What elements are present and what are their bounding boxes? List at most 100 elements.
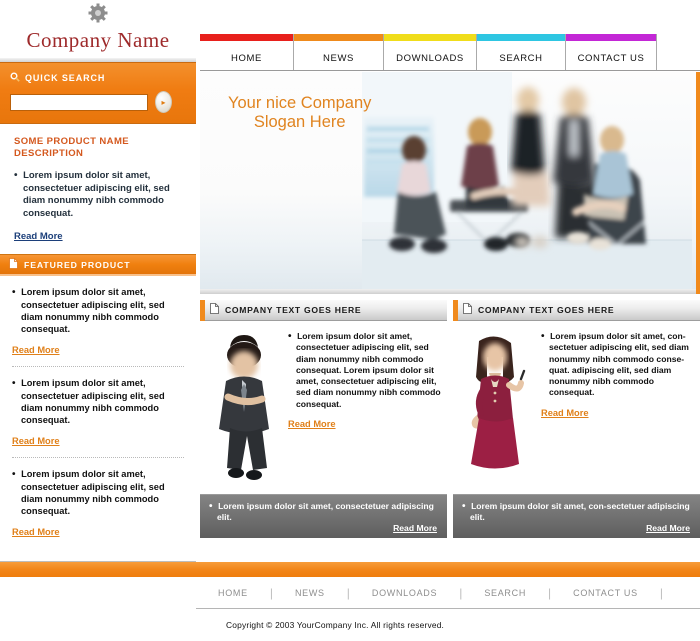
quick-search-panel: QUICK SEARCH ▸ — [0, 62, 196, 124]
content-panels: COMPANY TEXT GOES HERE • Lorem ipsum dol… — [200, 300, 700, 538]
nav-tab-filler — [657, 34, 700, 71]
featured-read-more-link[interactable]: Read More — [12, 526, 60, 538]
document-icon — [9, 256, 18, 274]
bullet-marker: • — [541, 331, 551, 342]
document-icon — [463, 301, 472, 319]
list-separator — [12, 366, 184, 367]
panel-text-body: Lorem ipsum dolor sit amet, con-sectetue… — [549, 331, 689, 398]
note-box-right: • Lorem ipsum dolor sit amet, con-sectet… — [453, 494, 700, 538]
note-read-more-link[interactable]: Read More — [646, 523, 690, 533]
featured-item: • Lorem ipsum dolor sit amet, consectetu… — [12, 468, 184, 538]
panel-text-body: Lorem ipsum dolor sit amet, consectetuer… — [296, 331, 441, 409]
note-text: • Lorem ipsum dolor sit amet, consectetu… — [209, 501, 438, 523]
nav-tab-color-bar — [200, 34, 293, 41]
footer-separator: | — [346, 585, 350, 600]
note-read-more-link[interactable]: Read More — [393, 523, 437, 533]
panel-image-businesswoman — [457, 331, 537, 486]
footer-link-news[interactable]: NEWS — [295, 588, 347, 598]
logo-area: Company Name — [0, 0, 196, 62]
nav-tab-downloads[interactable]: DOWNLOADS — [384, 34, 477, 71]
hero-banner: Your nice Company Slogan Here — [200, 72, 700, 294]
panel-text: • Lorem ipsum dolor sit amet, consectetu… — [288, 331, 443, 486]
nav-tab-label: SEARCH — [499, 53, 543, 64]
footer-link-contact-us[interactable]: CONTACT US — [573, 588, 660, 598]
note-text-body: Lorem ipsum dolor sit amet, consectetuer… — [217, 501, 434, 522]
content-panel-left: COMPANY TEXT GOES HERE • Lorem ipsum dol… — [200, 300, 447, 486]
footer-separator: | — [269, 585, 273, 600]
bullet-marker: • — [12, 378, 22, 389]
main-content: HOME NEWS DOWNLOADS SEARCH CONTACT US Yo… — [196, 0, 700, 641]
panel-title: COMPANY TEXT GOES HERE — [478, 305, 615, 315]
panel-body: • Lorem ipsum dolor sit amet, con-sectet… — [453, 321, 700, 486]
product-text: • Lorem ipsum dolor sit amet, consectetu… — [14, 170, 184, 220]
footer-link-search[interactable]: SEARCH — [484, 588, 548, 598]
nav-tab-color-bar — [657, 34, 700, 41]
bullet-marker: • — [288, 331, 298, 342]
note-row: • Lorem ipsum dolor sit amet, consectetu… — [200, 494, 700, 538]
bullet-marker: • — [12, 287, 22, 298]
quick-search-label-row: QUICK SEARCH — [10, 70, 186, 85]
panel-title: COMPANY TEXT GOES HERE — [225, 305, 362, 315]
nav-underline — [200, 70, 700, 71]
hero-image — [362, 72, 692, 294]
footer-separator: | — [548, 585, 552, 600]
panel-header: COMPANY TEXT GOES HERE — [453, 300, 700, 321]
featured-read-more-link[interactable]: Read More — [12, 435, 60, 447]
left-sidebar: Company Name QUICK SEARCH ▸ SOME PRODUCT… — [0, 0, 196, 641]
hero-slogan-line2: Slogan Here — [253, 113, 346, 131]
nav-tab-color-bar — [384, 34, 476, 41]
featured-item-text: Lorem ipsum dolor sit amet, consectetuer… — [21, 469, 165, 516]
panel-image-businessman — [204, 331, 284, 486]
footer-accent-bar — [0, 562, 700, 577]
product-text-body: Lorem ipsum dolor sit amet, consectetuer… — [23, 170, 170, 219]
nav-tab-news[interactable]: NEWS — [294, 34, 384, 71]
search-go-button[interactable]: ▸ — [155, 91, 172, 113]
footer-navigation: HOME | NEWS | DOWNLOADS | SEARCH | CONTACT US | — [196, 577, 700, 609]
product-read-more-link[interactable]: Read More — [14, 231, 63, 242]
nav-tab-color-bar — [566, 34, 656, 41]
nav-tab-list: HOME NEWS DOWNLOADS SEARCH CONTACT US — [200, 34, 700, 71]
nav-tab-home[interactable]: HOME — [200, 34, 294, 71]
featured-item: • Lorem ipsum dolor sit amet, consectetu… — [12, 377, 184, 447]
footer-separator: | — [459, 585, 463, 600]
featured-item-text: Lorem ipsum dolor sit amet, consectetuer… — [21, 378, 165, 425]
featured-item-text: Lorem ipsum dolor sit amet, consectetuer… — [21, 287, 165, 334]
hero-slogan: Your nice Company Slogan Here — [228, 94, 371, 132]
featured-item: • Lorem ipsum dolor sit amet, consectetu… — [12, 286, 184, 356]
bullet-marker: • — [12, 469, 22, 480]
product-description-block: SOME PRODUCT NAME DESCRIPTION • Lorem ip… — [0, 124, 196, 254]
nav-tab-contact-us[interactable]: CONTACT US — [566, 34, 657, 71]
footer-link-home[interactable]: HOME — [218, 588, 270, 598]
list-separator — [12, 457, 184, 458]
bullet-marker: • — [462, 501, 472, 512]
nav-tab-search[interactable]: SEARCH — [477, 34, 566, 71]
nav-tab-label: DOWNLOADS — [396, 53, 464, 64]
panel-header: COMPANY TEXT GOES HERE — [200, 300, 447, 321]
panel-read-more-link[interactable]: Read More — [288, 419, 336, 430]
note-text-body: Lorem ipsum dolor sit amet, con-sectetue… — [470, 501, 690, 522]
featured-product-title: FEATURED PRODUCT — [24, 259, 131, 270]
nav-tab-label: NEWS — [323, 53, 354, 64]
panel-read-more-link[interactable]: Read More — [541, 408, 589, 419]
copyright-area: Copyright © 2003 YourCompany Inc. All ri… — [196, 609, 700, 641]
search-input[interactable] — [10, 93, 148, 111]
document-icon — [210, 301, 219, 319]
copyright-text: Copyright © 2003 YourCompany Inc. All ri… — [226, 620, 445, 630]
footer-separator: | — [659, 585, 663, 600]
product-heading: SOME PRODUCT NAME DESCRIPTION — [14, 136, 129, 159]
nav-tab-color-bar — [477, 34, 565, 41]
search-icon — [10, 69, 20, 87]
hero-bottom-edge — [200, 289, 696, 294]
hero-slogan-line1: Your nice Company — [228, 94, 372, 112]
panel-row: COMPANY TEXT GOES HERE • Lorem ipsum dol… — [200, 300, 700, 486]
note-text: • Lorem ipsum dolor sit amet, con-sectet… — [462, 501, 691, 523]
panel-body: • Lorem ipsum dolor sit amet, consectetu… — [200, 321, 447, 486]
bullet-marker: • — [209, 501, 219, 512]
content-panel-right: COMPANY TEXT GOES HERE • Lorem ipsum dol… — [453, 300, 700, 486]
footer-link-downloads[interactable]: DOWNLOADS — [372, 588, 459, 598]
panel-text: • Lorem ipsum dolor sit amet, con-sectet… — [541, 331, 696, 486]
bullet-marker: • — [14, 170, 24, 181]
quick-search-title: QUICK SEARCH — [25, 72, 106, 83]
nav-tab-label: HOME — [231, 53, 262, 64]
featured-read-more-link[interactable]: Read More — [12, 344, 60, 356]
